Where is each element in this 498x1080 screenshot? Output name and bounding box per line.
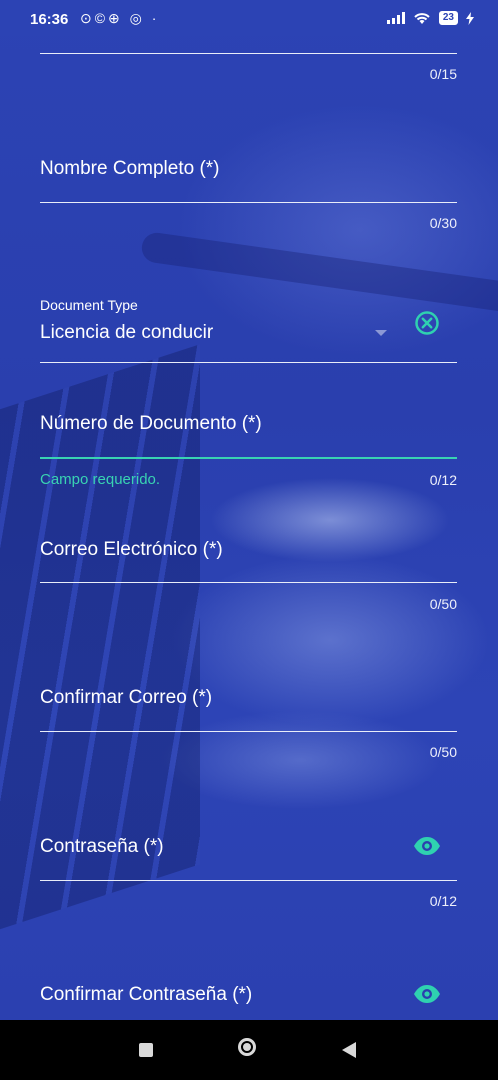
registration-form: 0/15 Nombre Completo (*) 0/30 Document T… — [0, 0, 498, 1020]
document-type-label: Document Type — [40, 297, 138, 313]
wifi-icon — [414, 13, 430, 24]
status-time: 16:36 — [30, 11, 69, 28]
recent-apps-button[interactable] — [139, 1043, 153, 1057]
status-right-icons: 23 — [386, 11, 474, 25]
back-button[interactable] — [342, 1042, 356, 1058]
nombre-completo-underline — [40, 202, 457, 203]
correo-input[interactable]: Correo Electrónico (*) — [40, 539, 223, 561]
eye-icon[interactable] — [412, 831, 442, 861]
charging-icon — [466, 11, 474, 25]
usuario-underline[interactable] — [40, 53, 457, 54]
document-type-underline — [40, 362, 457, 363]
usuario-counter: 0/15 — [429, 66, 457, 82]
correo-counter: 0/50 — [429, 596, 457, 612]
nombre-completo-counter: 0/30 — [429, 215, 457, 231]
dropdown-arrow-icon[interactable] — [375, 330, 387, 336]
numero-documento-input[interactable]: Número de Documento (*) — [40, 413, 262, 435]
nombre-completo-input[interactable]: Nombre Completo (*) — [40, 158, 220, 180]
confirmar-correo-underline — [40, 731, 457, 732]
document-type-select[interactable]: Licencia de conducir — [40, 322, 213, 344]
eye-icon[interactable] — [412, 979, 442, 1009]
confirmar-contrasena-input[interactable]: Confirmar Contraseña (*) — [40, 984, 252, 1006]
contrasena-underline — [40, 880, 457, 881]
confirmar-correo-counter: 0/50 — [429, 744, 457, 760]
contrasena-input[interactable]: Contraseña (*) — [40, 836, 164, 858]
battery-icon: 23 — [438, 11, 458, 25]
system-navigation-bar — [0, 1020, 498, 1080]
signal-icon — [386, 12, 405, 24]
clear-circle-icon[interactable] — [412, 308, 442, 338]
numero-documento-counter: 0/12 — [429, 472, 457, 488]
numero-documento-error: Campo requerido. — [40, 471, 161, 488]
home-button[interactable] — [238, 1038, 256, 1056]
correo-underline — [40, 582, 457, 583]
notification-icons: ⊙©⊕ ◎ · — [80, 10, 160, 26]
contrasena-counter: 0/12 — [429, 893, 457, 909]
status-bar: 16:36 ⊙©⊕ ◎ · 23 — [0, 0, 498, 36]
confirmar-correo-input[interactable]: Confirmar Correo (*) — [40, 687, 212, 709]
numero-documento-underline — [40, 457, 457, 459]
